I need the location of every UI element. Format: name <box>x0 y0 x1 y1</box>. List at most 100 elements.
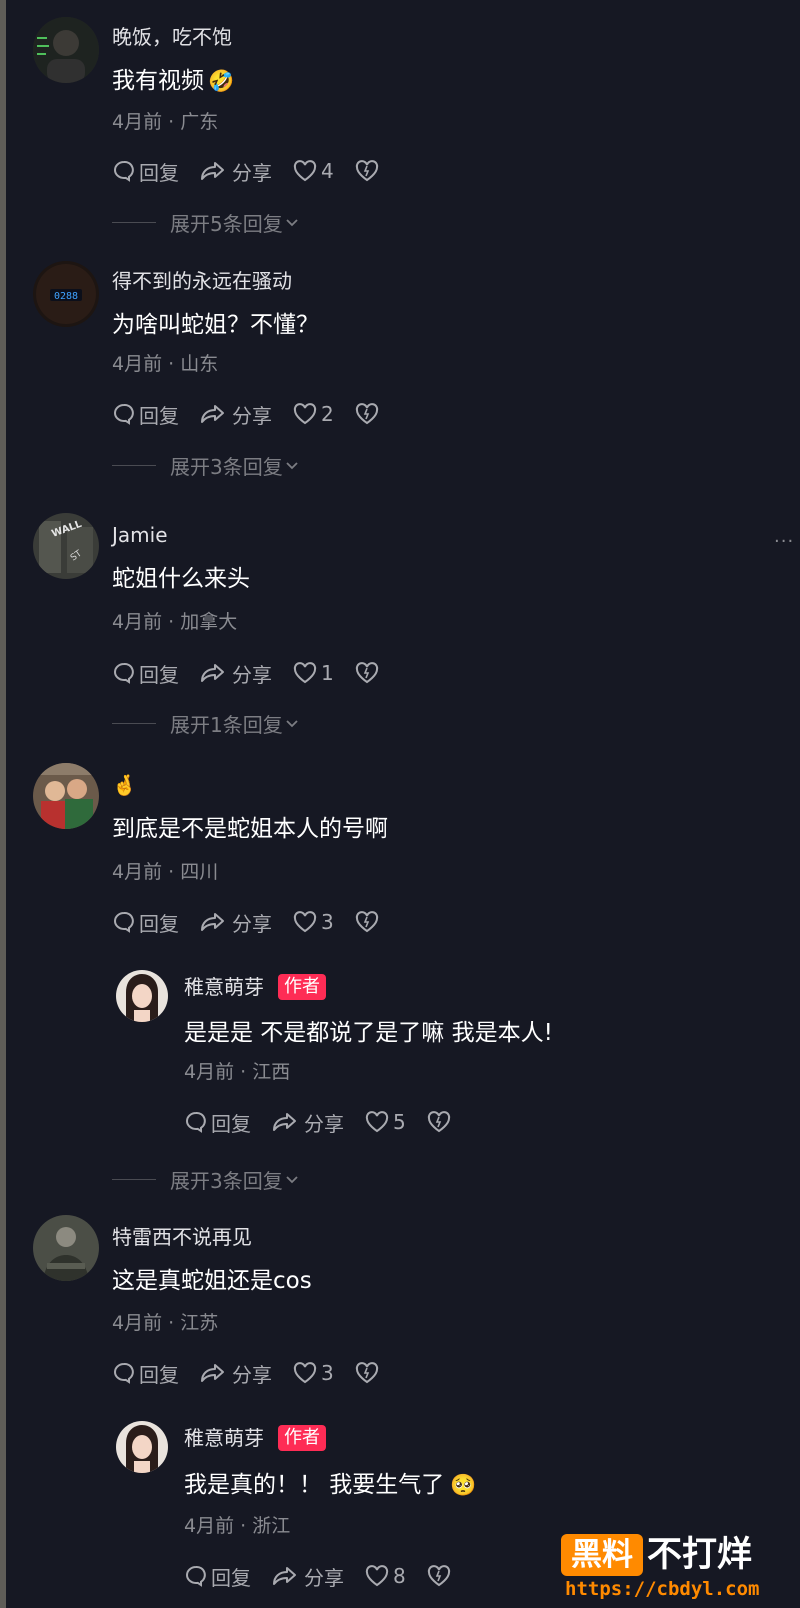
broken-heart-icon <box>355 662 378 684</box>
like-button[interactable]: 1 <box>292 661 334 685</box>
reply-button[interactable]: 回复 <box>112 908 179 937</box>
comment-meta: 4月前 · 山东 <box>112 353 219 375</box>
dislike-button[interactable] <box>354 1361 383 1385</box>
author-badge: 作者 <box>278 1425 326 1451</box>
comment-text: 我有视频 🤣 <box>112 68 235 94</box>
like-button[interactable]: 2 <box>292 402 334 426</box>
more-options-icon[interactable]: ··· <box>774 531 794 552</box>
share-button[interactable]: 分享 <box>271 1108 344 1137</box>
share-icon <box>201 405 224 423</box>
broken-heart-icon <box>427 1565 450 1587</box>
comment-meta: 4月前 · 加拿大 <box>112 611 238 633</box>
like-button[interactable]: 3 <box>292 910 334 934</box>
reply-text: 我是真的！！ 我要生气了 🥺 <box>184 1472 477 1498</box>
expand-replies[interactable]: 展开5条回复 <box>112 210 301 236</box>
comment-text: 到底是不是蛇姐本人的号啊 <box>112 816 388 842</box>
window-left-edge <box>0 0 6 1608</box>
dislike-button[interactable] <box>354 159 383 183</box>
reply-username: 稚意萌芽 作者 <box>184 974 326 1000</box>
avatar[interactable]: WALL ST <box>33 513 99 579</box>
comment-meta: 4月前 · 广东 <box>112 111 219 133</box>
comment-text: 这是真蛇姐还是cos <box>112 1268 312 1294</box>
reply-meta: 4月前 · 江西 <box>184 1061 291 1083</box>
avatar[interactable]: 0288 <box>33 261 99 327</box>
reply-username-text[interactable]: 稚意萌芽 <box>184 975 264 999</box>
reply-button[interactable]: 回复 <box>184 1562 251 1591</box>
watermark-url: https://cbdyl.com <box>565 1578 760 1600</box>
like-button[interactable]: 3 <box>292 1361 334 1385</box>
reply-username-text[interactable]: 稚意萌芽 <box>184 1426 264 1450</box>
avatar[interactable] <box>33 763 99 829</box>
reply-button[interactable]: 回复 <box>112 400 179 429</box>
like-button[interactable]: 5 <box>364 1110 406 1134</box>
watermark-text: 不打烊 <box>647 1535 753 1575</box>
share-icon <box>201 913 224 931</box>
comment-icon <box>186 1111 206 1133</box>
heart-icon <box>293 1362 317 1384</box>
comment-username[interactable]: 得不到的永远在骚动 <box>112 268 292 294</box>
dislike-button[interactable] <box>354 402 383 426</box>
comment-username[interactable]: 特雷西不说再见 <box>112 1224 252 1250</box>
comment-actions: 回复 分享 3 <box>112 1358 403 1388</box>
reply-button[interactable]: 回复 <box>112 1359 179 1388</box>
comment-username[interactable]: Jamie <box>112 522 168 548</box>
reply-button[interactable]: 回复 <box>184 1108 251 1137</box>
share-button[interactable]: 分享 <box>271 1562 344 1591</box>
dislike-button[interactable] <box>426 1564 455 1588</box>
expand-replies[interactable]: 展开3条回复 <box>112 453 301 479</box>
broken-heart-icon <box>355 911 378 933</box>
pleading-emoji-icon: 🥺 <box>450 1473 477 1497</box>
broken-heart-icon <box>355 403 378 425</box>
author-badge: 作者 <box>278 974 326 1000</box>
share-button[interactable]: 分享 <box>199 400 272 429</box>
comment-icon <box>186 1565 206 1587</box>
broken-heart-icon <box>355 160 378 182</box>
reply-username: 稚意萌芽 作者 <box>184 1425 326 1451</box>
broken-heart-icon <box>427 1111 450 1133</box>
chevron-down-icon <box>286 720 298 728</box>
avatar[interactable] <box>116 1421 168 1473</box>
chevron-down-icon <box>286 462 298 470</box>
reply-actions: 回复 分享 8 <box>184 1561 475 1591</box>
heart-icon <box>293 403 317 425</box>
like-button[interactable]: 4 <box>292 159 334 183</box>
avatar[interactable] <box>33 1215 99 1281</box>
comment-icon <box>114 1362 134 1384</box>
share-button[interactable]: 分享 <box>199 908 272 937</box>
comment-username[interactable]: 🤞 <box>112 772 137 798</box>
heart-icon <box>365 1565 389 1587</box>
reply-text: 是是是 不是都说了是了嘛 我是本人! <box>184 1020 553 1046</box>
comment-username[interactable]: 晚饭，吃不饱 <box>112 24 232 50</box>
heart-icon <box>293 160 317 182</box>
comment-actions: 回复 分享 3 <box>112 907 403 937</box>
watermark-box: 黑料 <box>561 1534 643 1576</box>
reply-meta: 4月前 · 浙江 <box>184 1515 291 1537</box>
comment-actions: 回复 分享 1 <box>112 658 403 688</box>
share-icon <box>273 1567 296 1585</box>
avatar[interactable] <box>116 970 168 1022</box>
comment-icon <box>114 662 134 684</box>
comment-text: 蛇姐什么来头 <box>112 566 250 592</box>
comment-meta: 4月前 · 四川 <box>112 861 219 883</box>
dislike-button[interactable] <box>354 661 383 685</box>
dislike-button[interactable] <box>354 910 383 934</box>
share-icon <box>273 1113 296 1131</box>
reply-button[interactable]: 回复 <box>112 659 179 688</box>
heart-icon <box>293 662 317 684</box>
expand-replies[interactable]: 展开3条回复 <box>112 1167 301 1193</box>
like-button[interactable]: 8 <box>364 1564 406 1588</box>
comment-icon <box>114 911 134 933</box>
expand-replies[interactable]: 展开1条回复 <box>112 711 301 737</box>
reply-button[interactable]: 回复 <box>112 157 179 186</box>
watermark-logo: 黑料 不打烊 https://cbdyl.com <box>561 1534 791 1604</box>
share-button[interactable]: 分享 <box>199 659 272 688</box>
share-button[interactable]: 分享 <box>199 1359 272 1388</box>
chevron-down-icon <box>286 219 298 227</box>
chevron-down-icon <box>286 1176 298 1184</box>
avatar[interactable] <box>33 17 99 83</box>
broken-heart-icon <box>355 1362 378 1384</box>
comment-actions: 回复 分享 2 <box>112 399 403 429</box>
comment-text: 为啥叫蛇姐？不懂？ <box>112 312 319 338</box>
share-button[interactable]: 分享 <box>199 157 272 186</box>
dislike-button[interactable] <box>426 1110 455 1134</box>
